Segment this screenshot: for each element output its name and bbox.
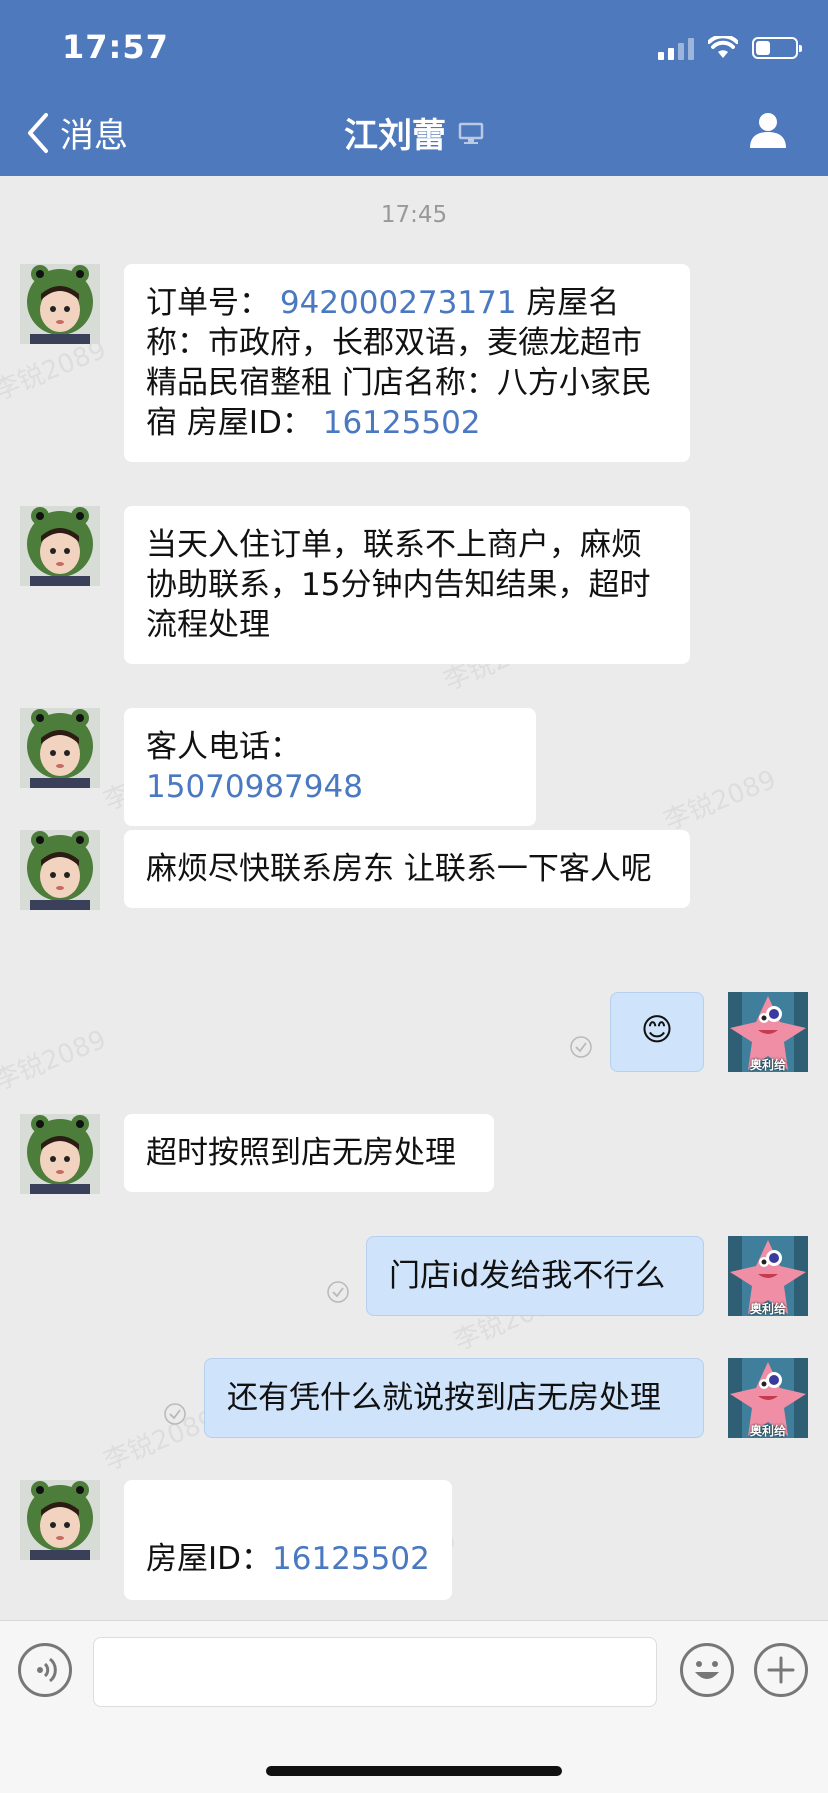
- girl-frog-hat-icon: [20, 1114, 100, 1194]
- profile-button-icon[interactable]: [748, 110, 788, 150]
- girl-frog-hat-icon: [20, 830, 100, 910]
- message-timestamp: 17:45: [380, 202, 448, 228]
- message-text: 房屋ID：: [146, 1541, 273, 1577]
- contact-avatar[interactable]: [20, 264, 100, 344]
- message-text: 超时按照到店无房处理: [146, 1135, 456, 1171]
- read-check-icon: [164, 1403, 186, 1425]
- message-bubble[interactable]: 门店id发给我不行么: [366, 1236, 704, 1316]
- message-bubble[interactable]: 当天入住订单，联系不上商户，麻烦协助联系，15分钟内告知结果，超时流程处理: [124, 506, 690, 664]
- girl-frog-hat-icon: [20, 264, 100, 344]
- smile-face-icon: [695, 1661, 719, 1679]
- contact-avatar[interactable]: [20, 1114, 100, 1194]
- avatar-caption: 奥利给: [749, 1424, 786, 1438]
- cellular-signal-icon: [658, 36, 694, 60]
- message-bubble[interactable]: 😊: [610, 992, 704, 1072]
- watermark: 李锐2089: [659, 764, 781, 837]
- contact-avatar[interactable]: [20, 708, 100, 788]
- status-icons: [658, 34, 802, 62]
- message-text: 当天入住订单，联系不上商户，麻烦协助联系，15分钟内告知结果，超时流程处理: [146, 527, 651, 643]
- read-check-icon: [327, 1281, 349, 1303]
- girl-frog-hat-icon: [20, 708, 100, 788]
- smile-emoji-icon: 😊: [640, 1012, 674, 1048]
- wifi-icon: [708, 36, 738, 58]
- message-text: 麻烦尽快联系房东 让联系一下客人呢: [146, 851, 652, 887]
- contact-avatar[interactable]: [20, 506, 100, 586]
- status-time: 17:57: [62, 28, 169, 66]
- message-text: 订单号：: [146, 285, 270, 321]
- message-bubble[interactable]: 还有凭什么就说按到店无房处理: [204, 1358, 704, 1438]
- avatar-caption: 奥利给: [749, 1302, 786, 1316]
- avatar-caption: 奥利给: [749, 1058, 786, 1072]
- voice-button[interactable]: [18, 1643, 72, 1697]
- home-indicator[interactable]: [266, 1766, 562, 1776]
- message-text: 门店id发给我不行么: [389, 1258, 666, 1294]
- message-bubble[interactable]: 订单号： 942000273171 房屋名称：市政府，长郡双语，麦德龙超市精品民…: [124, 264, 690, 462]
- contact-avatar[interactable]: [20, 830, 100, 910]
- read-check-icon: [570, 1036, 592, 1058]
- more-button[interactable]: [754, 1643, 808, 1697]
- message-bubble[interactable]: 超时按照到店无房处理: [124, 1114, 494, 1192]
- phone-number-link[interactable]: 15070987948: [146, 769, 363, 805]
- girl-frog-hat-icon: [20, 506, 100, 586]
- message-bubble[interactable]: 房屋ID：16125502: [124, 1480, 452, 1600]
- girl-frog-hat-icon: [20, 1480, 100, 1560]
- contact-avatar[interactable]: [20, 1480, 100, 1560]
- desktop-online-icon: [458, 122, 484, 144]
- my-avatar[interactable]: 奥利给: [728, 992, 808, 1072]
- message-input[interactable]: [93, 1637, 657, 1707]
- emoji-button[interactable]: [680, 1643, 734, 1697]
- nav-header: 17:57 消息 江刘蕾: [0, 0, 828, 176]
- chat-title: 江刘蕾: [0, 108, 828, 157]
- house-id-link[interactable]: 16125502: [323, 405, 481, 441]
- order-number-link[interactable]: 942000273171: [280, 285, 517, 321]
- watermark: 李锐2089: [0, 1024, 111, 1097]
- message-text: 客人电话：: [146, 729, 301, 765]
- my-avatar[interactable]: 奥利给: [728, 1236, 808, 1316]
- plus-icon: [767, 1656, 795, 1684]
- house-id-link[interactable]: 16125502: [272, 1541, 430, 1577]
- contact-name: 江刘蕾: [344, 116, 446, 156]
- message-bubble[interactable]: 麻烦尽快联系房东 让联系一下客人呢: [124, 830, 690, 908]
- voice-icon: [37, 1657, 57, 1683]
- message-text: 还有凭什么就说按到店无房处理: [227, 1380, 661, 1416]
- watermark: 李锐2089: [99, 1404, 221, 1477]
- battery-icon: [752, 37, 802, 59]
- my-avatar[interactable]: 奥利给: [728, 1358, 808, 1438]
- message-bubble[interactable]: 客人电话： 15070987948: [124, 708, 536, 826]
